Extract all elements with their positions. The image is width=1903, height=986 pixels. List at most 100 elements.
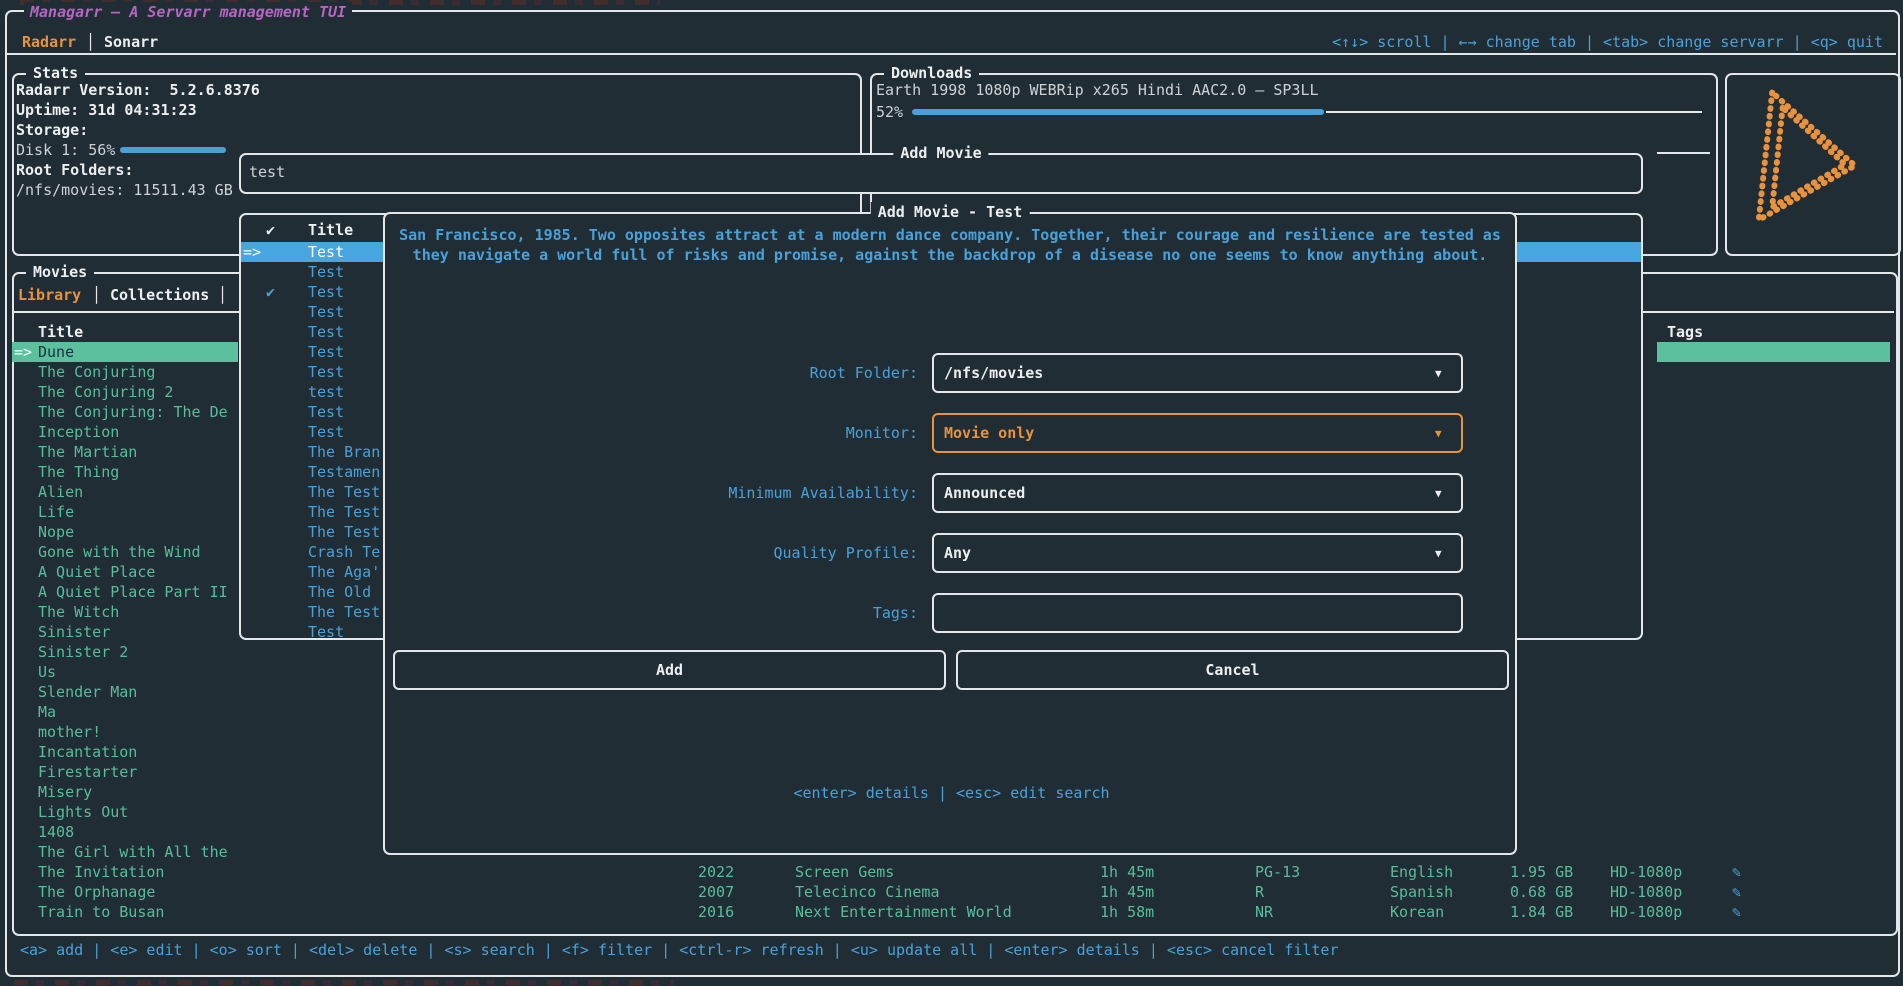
tab-library[interactable]: Library bbox=[18, 285, 81, 305]
tab-collections[interactable]: Collections bbox=[110, 285, 209, 305]
tab-sonarr[interactable]: Sonarr bbox=[104, 32, 158, 52]
movie-runtime: 1h 45m bbox=[1100, 882, 1154, 902]
selection-arrow-icon: => bbox=[243, 242, 261, 262]
disk-usage-gauge bbox=[120, 147, 226, 153]
movie-list-item[interactable]: => Misery bbox=[12, 782, 238, 802]
terminal-artifact-bottom bbox=[14, 980, 674, 985]
download-percent: 52% bbox=[876, 102, 903, 122]
movie-list-item[interactable]: => The Thing bbox=[12, 462, 238, 482]
movie-quality: HD-1080p bbox=[1610, 882, 1682, 902]
result-title: Testamen bbox=[308, 462, 380, 482]
stats-disk-label: Disk 1: 56% bbox=[16, 140, 115, 160]
movie-list-item[interactable]: => Incantation bbox=[12, 742, 238, 762]
field-value: Announced bbox=[944, 483, 1025, 503]
results-column-check: ✔ bbox=[266, 220, 275, 240]
result-title: Test bbox=[308, 402, 344, 422]
movie-quality: HD-1080p bbox=[1610, 862, 1682, 882]
result-title: Test bbox=[308, 342, 344, 362]
movie-certification: NR bbox=[1255, 902, 1273, 922]
form-field-row: Minimum Availability: Announced ▼ bbox=[400, 473, 1470, 513]
result-title: The Test bbox=[308, 522, 380, 542]
result-title: The Aga' bbox=[308, 562, 380, 582]
movie-list-item[interactable]: => Lights Out bbox=[12, 802, 238, 822]
movie-list-item[interactable]: => 1408 bbox=[12, 822, 238, 842]
chevron-down-icon: ▼ bbox=[1435, 544, 1442, 564]
movie-detail-row[interactable]: 2016 Next Entertainment World 1h 58m NR … bbox=[12, 902, 1892, 922]
movie-title: The Martian bbox=[38, 442, 137, 462]
movie-year: 2016 bbox=[698, 902, 734, 922]
field-label: Monitor: bbox=[400, 423, 918, 443]
results-column-title: Title bbox=[308, 220, 353, 240]
search-input[interactable]: test bbox=[249, 162, 285, 182]
movie-list-item[interactable]: => Nope bbox=[12, 522, 238, 542]
movie-list-item[interactable]: => Sinister bbox=[12, 622, 238, 642]
result-title: test bbox=[308, 382, 344, 402]
movie-detail-row[interactable]: 2007 Telecinco Cinema 1h 45m R Spanish 0… bbox=[12, 882, 1892, 902]
movie-title: Slender Man bbox=[38, 682, 137, 702]
movie-list-item[interactable]: => Gone with the Wind bbox=[12, 542, 238, 562]
download-entry[interactable]: Earth 1998 1080p WEBRip x265 Hindi AAC2.… bbox=[876, 80, 1319, 100]
movie-list-item[interactable]: => The Conjuring 2 bbox=[12, 382, 238, 402]
field-value: Movie only bbox=[944, 423, 1034, 443]
movie-list-item[interactable]: => The Girl with All the bbox=[12, 842, 238, 862]
movie-list-item[interactable]: => mother! bbox=[12, 722, 238, 742]
movie-list-item[interactable]: => A Quiet Place Part II bbox=[12, 582, 238, 602]
movie-list-item[interactable]: => Sinister 2 bbox=[12, 642, 238, 662]
movie-list-item[interactable]: => Ma bbox=[12, 702, 238, 722]
result-title: The Test bbox=[308, 482, 380, 502]
movie-size: 1.95 GB bbox=[1510, 862, 1573, 882]
movie-title: Misery bbox=[38, 782, 92, 802]
movie-title: Incantation bbox=[38, 742, 137, 762]
logo-panel bbox=[1725, 73, 1901, 256]
result-title: The Test bbox=[308, 602, 380, 622]
movie-list-item[interactable]: => Firestarter bbox=[12, 762, 238, 782]
app-title: Managarr – A Servarr management TUI bbox=[24, 2, 352, 22]
field-select[interactable] bbox=[932, 533, 1463, 573]
stats-storage-heading: Storage: bbox=[16, 120, 88, 140]
movie-list-item[interactable]: => The Witch bbox=[12, 602, 238, 622]
movie-size: 1.84 GB bbox=[1510, 902, 1573, 922]
movie-list-item[interactable]: => Slender Man bbox=[12, 682, 238, 702]
field-select[interactable] bbox=[932, 593, 1463, 633]
edit-icon: ✎ bbox=[1732, 882, 1741, 902]
stats-root-folder-usage: /nfs/movies: 11511.43 GB bbox=[16, 180, 233, 200]
form-field-row: Monitor: Movie only ▼ bbox=[400, 413, 1470, 453]
movie-list-item[interactable]: => Inception bbox=[12, 422, 238, 442]
movie-title: The Conjuring 2 bbox=[38, 382, 173, 402]
field-label: Tags: bbox=[400, 603, 918, 623]
movie-list-item[interactable]: => A Quiet Place bbox=[12, 562, 238, 582]
movie-title: Nope bbox=[38, 522, 74, 542]
movie-list-item[interactable]: => Alien bbox=[12, 482, 238, 502]
movies-tab-separator-1: │ bbox=[92, 285, 101, 305]
movie-list-item[interactable]: => Dune bbox=[12, 342, 238, 362]
movie-list-item[interactable]: => The Conjuring: The De bbox=[12, 402, 238, 422]
movie-title: 1408 bbox=[38, 822, 74, 842]
chevron-down-icon: ▼ bbox=[1435, 364, 1442, 384]
download-gauge-rest bbox=[1326, 111, 1702, 113]
movie-language: Spanish bbox=[1390, 882, 1453, 902]
cancel-button[interactable]: Cancel bbox=[956, 650, 1509, 690]
movie-detail-row[interactable]: 2022 Screen Gems 1h 45m PG-13 English 1.… bbox=[12, 862, 1892, 882]
result-title: The Test bbox=[308, 502, 380, 522]
movie-list-item[interactable]: => Life bbox=[12, 502, 238, 522]
chevron-down-icon: ▼ bbox=[1435, 484, 1442, 504]
movies-column-title: Title bbox=[38, 322, 83, 342]
form-field-row: Tags: ▼ bbox=[400, 593, 1470, 633]
add-button[interactable]: Add bbox=[393, 650, 946, 690]
movie-quality: HD-1080p bbox=[1610, 902, 1682, 922]
movie-title: A Quiet Place bbox=[38, 562, 155, 582]
tab-separator: │ bbox=[86, 32, 95, 52]
movie-list-item[interactable]: => The Conjuring bbox=[12, 362, 238, 382]
result-title: Test bbox=[308, 362, 344, 382]
movie-list-item[interactable]: => Us bbox=[12, 662, 238, 682]
movie-studio: Next Entertainment World bbox=[795, 902, 1012, 922]
movie-title: Sinister bbox=[38, 622, 110, 642]
header-divider bbox=[7, 53, 1896, 55]
tab-radarr[interactable]: Radarr bbox=[22, 32, 76, 52]
field-value: /nfs/movies bbox=[944, 363, 1043, 383]
result-title: Test bbox=[308, 322, 344, 342]
movie-year: 2022 bbox=[698, 862, 734, 882]
add-movie-help: <enter> details | <esc> edit search bbox=[793, 783, 1109, 803]
add-movie-search-box[interactable]: Add Movie test bbox=[239, 153, 1643, 194]
movie-list-item[interactable]: => The Martian bbox=[12, 442, 238, 462]
